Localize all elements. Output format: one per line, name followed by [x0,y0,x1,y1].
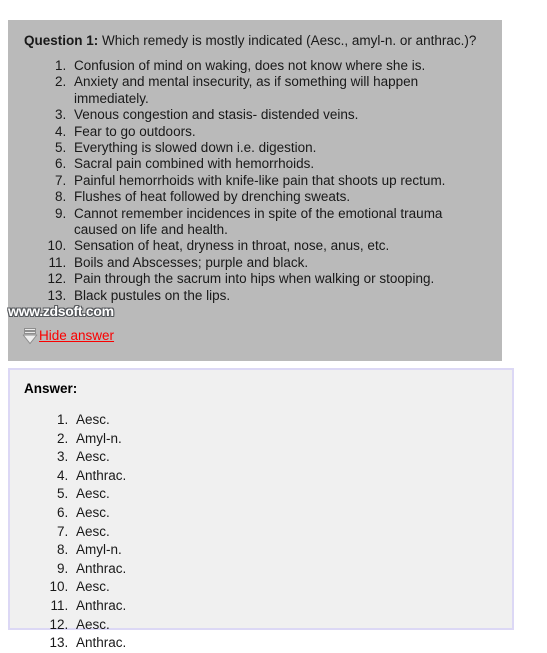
list-item: Boils and Abscesses; purple and black. [70,255,488,271]
list-item: Painful hemorrhoids with knife-like pain… [70,173,488,189]
list-item: Aesc. [72,523,500,542]
list-item: Fear to go outdoors. [70,124,488,140]
list-item: Aesc. [72,411,500,430]
page-root: Question 1: Which remedy is mostly indic… [0,0,547,650]
question-text: Which remedy is mostly indicated (Aesc.,… [98,33,477,48]
list-item: Aesc. [72,504,500,523]
list-item: Confusion of mind on waking, does not kn… [70,58,488,74]
list-item: Aesc. [72,578,500,597]
list-item: Aesc. [72,616,500,635]
list-item: Black pustules on the lips. [70,288,488,304]
answer-list: Aesc. Amyl-n. Aesc. Anthrac. Aesc. Aesc.… [22,411,500,653]
list-item: Sacral pain combined with hemorrhoids. [70,156,488,172]
list-item: Flushes of heat followed by drenching sw… [70,189,488,205]
question-number-label: Question 1: [24,33,99,48]
list-item: Anthrac. [72,560,500,579]
list-item: Everything is slowed down i.e. digestion… [70,140,488,156]
hide-answer-toggle[interactable]: Hide answer [22,327,114,345]
list-item: Amyl-n. [72,541,500,560]
list-item: Amyl-n. [72,430,500,449]
list-item: Anthrac. [72,467,500,486]
down-arrow-icon [22,328,38,345]
hide-answer-link[interactable]: Hide answer [39,328,114,344]
list-item: Aesc. [72,485,500,504]
list-item: Anthrac. [72,634,500,653]
question-panel: Question 1: Which remedy is mostly indic… [8,20,502,361]
question-prompt: Question 1: Which remedy is mostly indic… [24,32,488,49]
answer-panel: Answer: Aesc. Amyl-n. Aesc. Anthrac. Aes… [8,368,514,650]
list-item: Sensation of heat, dryness in throat, no… [70,238,488,254]
list-item: Anthrac. [72,597,500,616]
symptom-list: Confusion of mind on waking, does not kn… [22,58,488,304]
list-item: Venous congestion and stasis- distended … [70,107,488,123]
list-item: Anxiety and mental insecurity, as if som… [70,74,488,107]
list-item: Cannot remember incidences in spite of t… [70,206,488,239]
list-item: Pain through the sacrum into hips when w… [70,271,488,287]
answer-heading: Answer: [24,381,78,396]
list-item: Aesc. [72,448,500,467]
